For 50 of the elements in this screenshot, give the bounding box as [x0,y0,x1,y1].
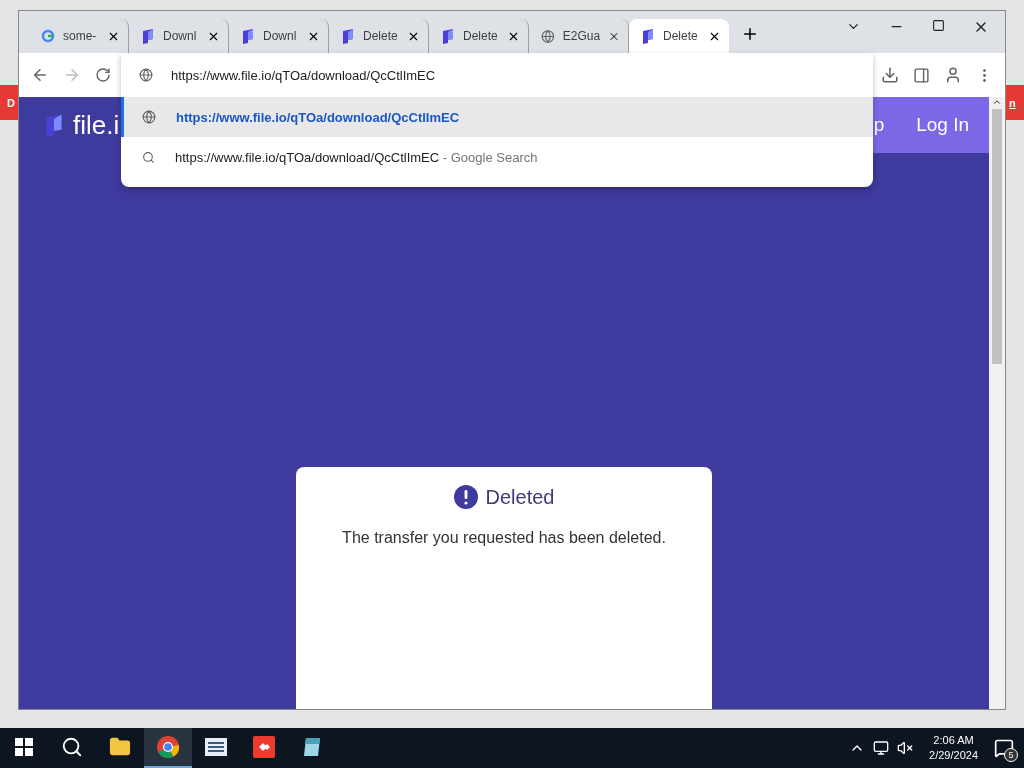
site-logo[interactable]: file.i [42,109,120,141]
tab-title: some- [62,29,97,43]
download-icon[interactable] [881,66,900,84]
file-logo-icon [440,28,455,44]
file-logo-icon [140,28,155,44]
tab-title: E2Gua [562,29,601,43]
reload-icon[interactable] [94,67,111,83]
chrome-icon[interactable] [156,735,180,759]
side-panel-icon[interactable] [913,66,931,84]
notification-icon[interactable] [994,738,1014,758]
background-window-text: n [1008,96,1017,109]
file-logo-icon [640,28,655,44]
address-field[interactable]: https://www.file.io/qTOa/download/QcCtlImEC [170,60,833,90]
network-icon[interactable] [873,740,890,756]
login-link[interactable]: Log In [916,114,970,136]
scroll-up-icon[interactable] [992,97,1003,107]
file-logo-icon [240,28,255,44]
suggestion-text: https://www.file.io/qTOa/download/QcCtlImEC - Google Search [174,149,538,165]
file-logo-icon [340,28,355,44]
background-window-text: D [6,96,16,109]
address-bar[interactable]: https://www.file.io/qTOa/download/QcCtlImEC [120,53,873,97]
notification-count: 5 [1004,748,1018,762]
remote-desktop-icon[interactable] [253,736,275,758]
list-window-icon[interactable] [205,738,227,756]
tab-title: Delete [362,29,398,43]
alert-icon [453,485,478,509]
folder-icon[interactable] [109,736,131,758]
maximize-icon[interactable] [932,19,946,32]
scrollbar[interactable] [989,97,1006,709]
tab-title: Downl [162,29,197,43]
volume-muted-icon[interactable] [897,740,914,756]
windows-start-icon[interactable] [15,738,33,756]
google-g-icon [40,29,55,43]
clock[interactable]: 2:06 AM 2/29/2024 [929,733,978,763]
tab-title: Downl [262,29,297,43]
search-icon [141,150,155,164]
search-icon[interactable] [61,736,83,758]
tab-title: Delete [662,29,698,43]
suggestion-text: https://www.file.io/qTOa/download/QcCtlImEC [175,109,460,125]
card-title: Deleted [485,485,555,509]
notepad-icon[interactable] [302,736,322,758]
globe-icon [540,28,555,44]
globe-icon [141,110,156,124]
globe-icon [138,68,153,82]
suggestion-item[interactable]: https://www.file.io/qTOa/download/QcCtlImEC [120,97,873,137]
browser-tab[interactable]: Delete [628,19,729,53]
tab-title: Delete [462,29,498,43]
suggestion-item[interactable]: https://www.file.io/qTOa/download/QcCtlImEC - Google Search [120,137,873,177]
nav-link[interactable]: p [873,114,885,136]
card-message: The transfer you requested has been deleted. [342,529,666,547]
